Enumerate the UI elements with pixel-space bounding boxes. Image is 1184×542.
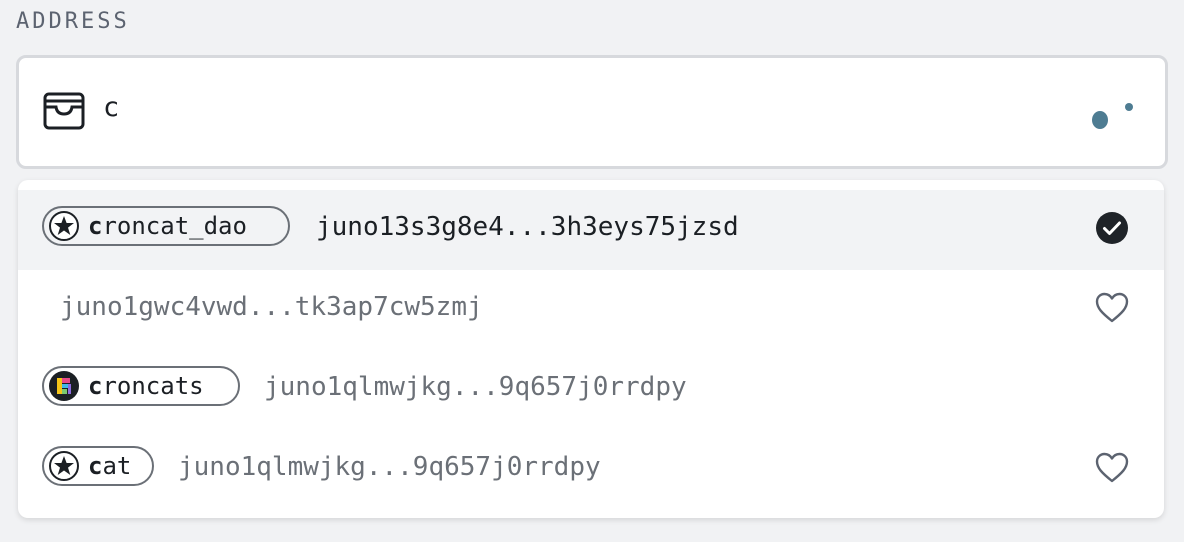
heart-icon[interactable] [1094, 450, 1130, 486]
star-icon [49, 211, 79, 241]
suggestion-item[interactable]: cat juno1qlmwjkg...9q657j0rrdpy [18, 430, 1164, 510]
loading-spinner-icon [1092, 103, 1133, 129]
croncats-logo-icon [49, 371, 79, 401]
profile-pill: croncats [42, 366, 240, 406]
check-circle-icon [1096, 212, 1128, 244]
profile-name: croncat_dao [88, 212, 247, 240]
address-label: ADDRESS [16, 9, 130, 34]
suggestion-item[interactable]: croncats juno1qlmwjkg...9q657j0rrdpy [18, 350, 1164, 430]
heart-icon[interactable] [1094, 290, 1130, 326]
address-input[interactable] [103, 92, 1003, 123]
address-suggestions-dropdown: croncat_dao juno13s3g8e4...3h3eys75jzsd … [18, 180, 1164, 518]
suggestion-item[interactable]: juno1gwc4vwd...tk3ap7cw5zmj [18, 270, 1164, 350]
wallet-address: juno1gwc4vwd...tk3ap7cw5zmj [60, 292, 483, 322]
wallet-icon [43, 92, 85, 130]
profile-pill: croncat_dao [42, 206, 290, 246]
suggestion-item[interactable]: croncat_dao juno13s3g8e4...3h3eys75jzsd [18, 190, 1164, 270]
profile-name: cat [88, 452, 132, 480]
star-icon [49, 451, 79, 481]
wallet-address: juno13s3g8e4...3h3eys75jzsd [316, 212, 739, 242]
profile-name: croncats [88, 372, 204, 400]
profile-pill: cat [42, 446, 154, 486]
address-input-container[interactable] [16, 55, 1168, 169]
wallet-address: juno1qlmwjkg...9q657j0rrdpy [264, 372, 687, 402]
wallet-address: juno1qlmwjkg...9q657j0rrdpy [178, 452, 601, 482]
